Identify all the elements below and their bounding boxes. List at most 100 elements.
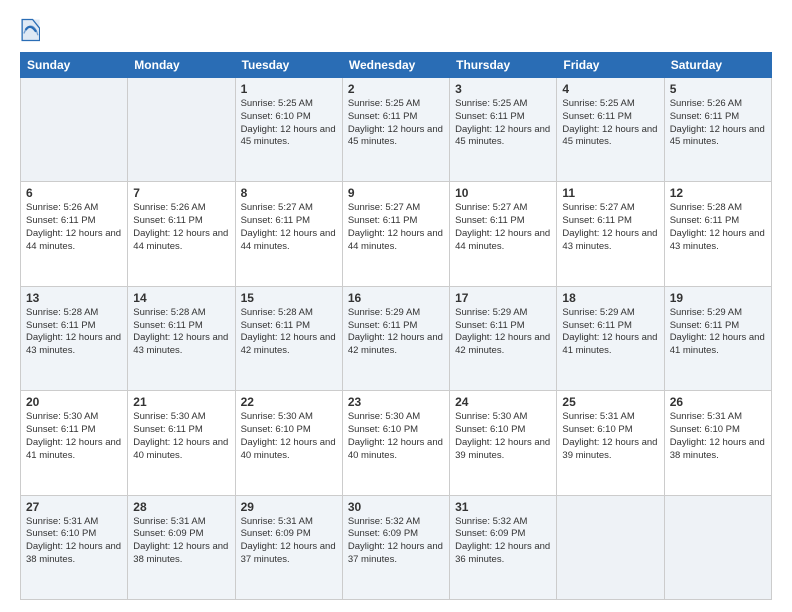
day-info: Sunrise: 5:30 AM Sunset: 6:11 PM Dayligh…	[26, 411, 122, 462]
day-number: 17	[455, 291, 551, 305]
day-info: Sunrise: 5:28 AM Sunset: 6:11 PM Dayligh…	[26, 307, 122, 358]
day-number: 22	[241, 395, 337, 409]
day-info: Sunrise: 5:25 AM Sunset: 6:11 PM Dayligh…	[348, 98, 444, 149]
day-number: 14	[133, 291, 229, 305]
calendar-cell: 30Sunrise: 5:32 AM Sunset: 6:09 PM Dayli…	[342, 495, 449, 599]
calendar-cell: 2 Sunrise: 5:25 AM Sunset: 6:11 PM Daylig…	[342, 78, 449, 182]
calendar-cell: 29 Sunrise: 5:31 AM Sunset: 6:09 PM Dayli…	[235, 495, 342, 599]
logo-icon	[20, 16, 40, 44]
day-info: Sunrise: 5:32 AM Sunset: 6:09 PM Dayligh…	[455, 516, 551, 567]
calendar-cell: 25Sunrise: 5:31 AM Sunset: 6:10 PM Dayli…	[557, 391, 664, 495]
day-number: 10	[455, 186, 551, 200]
calendar-cell: 1 Sunrise: 5:25 AM Sunset: 6:10 PM Daylig…	[235, 78, 342, 182]
day-number: 26	[670, 395, 766, 409]
day-number: 30	[348, 500, 444, 514]
day-number: 11	[562, 186, 658, 200]
day-info: Sunrise: 5:31 AM Sunset: 6:10 PM Dayligh…	[670, 411, 766, 462]
calendar-cell: 19 Sunrise: 5:29 AM Sunset: 6:11 PM Dayli…	[664, 286, 771, 390]
weekday-header-saturday: Saturday	[664, 53, 771, 78]
calendar-cell: 11 Sunrise: 5:27 AM Sunset: 6:11 PM Dayli…	[557, 182, 664, 286]
calendar-cell: 28Sunrise: 5:31 AM Sunset: 6:09 PM Dayli…	[128, 495, 235, 599]
day-number: 2	[348, 82, 444, 96]
day-info: Sunrise: 5:31 AM Sunset: 6:10 PM Dayligh…	[562, 411, 658, 462]
day-info: Sunrise: 5:31 AM Sunset: 6:09 PM Dayligh…	[133, 516, 229, 567]
day-number: 9	[348, 186, 444, 200]
calendar-cell: 22 Sunrise: 5:30 AM Sunset: 6:10 PM Dayli…	[235, 391, 342, 495]
day-number: 24	[455, 395, 551, 409]
day-info: Sunrise: 5:25 AM Sunset: 6:11 PM Dayligh…	[562, 98, 658, 149]
day-info: Sunrise: 5:29 AM Sunset: 6:11 PM Dayligh…	[562, 307, 658, 358]
day-info: Sunrise: 5:27 AM Sunset: 6:11 PM Dayligh…	[348, 202, 444, 253]
calendar-week-row: 13 Sunrise: 5:28 AM Sunset: 6:11 PM Dayli…	[21, 286, 772, 390]
logo	[20, 16, 44, 44]
day-number: 6	[26, 186, 122, 200]
calendar-cell: 4 Sunrise: 5:25 AM Sunset: 6:11 PM Daylig…	[557, 78, 664, 182]
weekday-header-sunday: Sunday	[21, 53, 128, 78]
calendar-cell: 17 Sunrise: 5:29 AM Sunset: 6:11 PM Dayli…	[450, 286, 557, 390]
day-info: Sunrise: 5:31 AM Sunset: 6:09 PM Dayligh…	[241, 516, 337, 567]
day-info: Sunrise: 5:28 AM Sunset: 6:11 PM Dayligh…	[241, 307, 337, 358]
day-info: Sunrise: 5:31 AM Sunset: 6:10 PM Dayligh…	[26, 516, 122, 567]
calendar-cell: 5Sunrise: 5:26 AM Sunset: 6:11 PM Daylig…	[664, 78, 771, 182]
calendar-cell: 24 Sunrise: 5:30 AM Sunset: 6:10 PM Dayli…	[450, 391, 557, 495]
day-number: 20	[26, 395, 122, 409]
day-info: Sunrise: 5:30 AM Sunset: 6:10 PM Dayligh…	[455, 411, 551, 462]
day-number: 23	[348, 395, 444, 409]
calendar-cell: 16 Sunrise: 5:29 AM Sunset: 6:11 PM Dayli…	[342, 286, 449, 390]
day-number: 8	[241, 186, 337, 200]
calendar-cell: 8Sunrise: 5:27 AM Sunset: 6:11 PM Daylig…	[235, 182, 342, 286]
calendar-cell: 10 Sunrise: 5:27 AM Sunset: 6:11 PM Dayli…	[450, 182, 557, 286]
day-info: Sunrise: 5:28 AM Sunset: 6:11 PM Dayligh…	[133, 307, 229, 358]
day-number: 1	[241, 82, 337, 96]
day-number: 12	[670, 186, 766, 200]
calendar-week-row: 6 Sunrise: 5:26 AM Sunset: 6:11 PM Daylig…	[21, 182, 772, 286]
day-number: 16	[348, 291, 444, 305]
calendar-cell: 15Sunrise: 5:28 AM Sunset: 6:11 PM Dayli…	[235, 286, 342, 390]
calendar-cell: 23 Sunrise: 5:30 AM Sunset: 6:10 PM Dayli…	[342, 391, 449, 495]
day-number: 31	[455, 500, 551, 514]
day-number: 3	[455, 82, 551, 96]
weekday-header-friday: Friday	[557, 53, 664, 78]
weekday-header-wednesday: Wednesday	[342, 53, 449, 78]
day-number: 27	[26, 500, 122, 514]
calendar-cell: 12 Sunrise: 5:28 AM Sunset: 6:11 PM Dayli…	[664, 182, 771, 286]
day-info: Sunrise: 5:28 AM Sunset: 6:11 PM Dayligh…	[670, 202, 766, 253]
weekday-header-monday: Monday	[128, 53, 235, 78]
day-info: Sunrise: 5:29 AM Sunset: 6:11 PM Dayligh…	[348, 307, 444, 358]
day-info: Sunrise: 5:30 AM Sunset: 6:10 PM Dayligh…	[241, 411, 337, 462]
calendar-cell: 27 Sunrise: 5:31 AM Sunset: 6:10 PM Dayli…	[21, 495, 128, 599]
day-info: Sunrise: 5:30 AM Sunset: 6:11 PM Dayligh…	[133, 411, 229, 462]
day-info: Sunrise: 5:26 AM Sunset: 6:11 PM Dayligh…	[26, 202, 122, 253]
weekday-header-thursday: Thursday	[450, 53, 557, 78]
day-info: Sunrise: 5:29 AM Sunset: 6:11 PM Dayligh…	[670, 307, 766, 358]
calendar-cell: 6 Sunrise: 5:26 AM Sunset: 6:11 PM Daylig…	[21, 182, 128, 286]
day-info: Sunrise: 5:27 AM Sunset: 6:11 PM Dayligh…	[455, 202, 551, 253]
calendar-cell: 18 Sunrise: 5:29 AM Sunset: 6:11 PM Dayli…	[557, 286, 664, 390]
page: SundayMondayTuesdayWednesdayThursdayFrid…	[0, 0, 792, 612]
calendar-week-row: 1 Sunrise: 5:25 AM Sunset: 6:10 PM Daylig…	[21, 78, 772, 182]
calendar-cell: 26 Sunrise: 5:31 AM Sunset: 6:10 PM Dayli…	[664, 391, 771, 495]
calendar-week-row: 20 Sunrise: 5:30 AM Sunset: 6:11 PM Dayli…	[21, 391, 772, 495]
day-number: 19	[670, 291, 766, 305]
calendar-cell: 7 Sunrise: 5:26 AM Sunset: 6:11 PM Daylig…	[128, 182, 235, 286]
day-info: Sunrise: 5:25 AM Sunset: 6:10 PM Dayligh…	[241, 98, 337, 149]
calendar-cell: 14 Sunrise: 5:28 AM Sunset: 6:11 PM Dayli…	[128, 286, 235, 390]
day-number: 18	[562, 291, 658, 305]
day-info: Sunrise: 5:30 AM Sunset: 6:10 PM Dayligh…	[348, 411, 444, 462]
calendar-cell	[21, 78, 128, 182]
day-number: 29	[241, 500, 337, 514]
day-info: Sunrise: 5:29 AM Sunset: 6:11 PM Dayligh…	[455, 307, 551, 358]
calendar-cell: 3Sunrise: 5:25 AM Sunset: 6:11 PM Daylig…	[450, 78, 557, 182]
day-number: 7	[133, 186, 229, 200]
day-info: Sunrise: 5:26 AM Sunset: 6:11 PM Dayligh…	[670, 98, 766, 149]
weekday-header-row: SundayMondayTuesdayWednesdayThursdayFrid…	[21, 53, 772, 78]
calendar-cell: 21Sunrise: 5:30 AM Sunset: 6:11 PM Dayli…	[128, 391, 235, 495]
calendar-cell: 20 Sunrise: 5:30 AM Sunset: 6:11 PM Dayli…	[21, 391, 128, 495]
day-info: Sunrise: 5:27 AM Sunset: 6:11 PM Dayligh…	[562, 202, 658, 253]
calendar-cell: 31 Sunrise: 5:32 AM Sunset: 6:09 PM Dayli…	[450, 495, 557, 599]
calendar-cell	[664, 495, 771, 599]
day-number: 13	[26, 291, 122, 305]
day-number: 4	[562, 82, 658, 96]
calendar-cell: 13 Sunrise: 5:28 AM Sunset: 6:11 PM Dayli…	[21, 286, 128, 390]
day-info: Sunrise: 5:26 AM Sunset: 6:11 PM Dayligh…	[133, 202, 229, 253]
